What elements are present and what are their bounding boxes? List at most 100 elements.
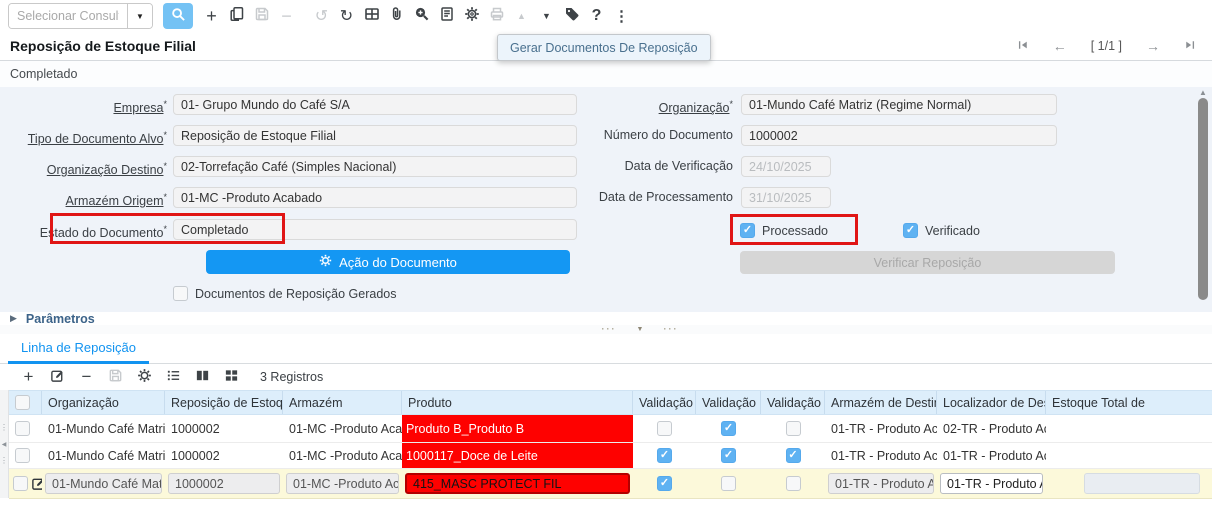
splitter-collapse-icon: ◀ bbox=[2, 441, 7, 448]
processed-checkbox-group[interactable]: Processado bbox=[740, 223, 828, 238]
select-all-header[interactable] bbox=[9, 391, 42, 414]
grid-view-button[interactable] bbox=[217, 365, 246, 389]
table-row[interactable]: 01-Mundo Café Matriz (... 1000002 01-MC … bbox=[9, 443, 1212, 469]
cell-produto-error: 1000117_Doce de Leite bbox=[402, 443, 633, 468]
more-button[interactable]: ⋮ bbox=[609, 3, 634, 29]
help-button[interactable]: ? bbox=[584, 3, 609, 29]
col-localizador-destino[interactable]: Localizador de Destino bbox=[937, 391, 1046, 414]
row-quickentry-button[interactable] bbox=[159, 365, 188, 389]
input-reposicao[interactable]: 1000002 bbox=[168, 473, 280, 494]
query-dropdown-button[interactable]: ▼ bbox=[127, 4, 152, 28]
scrollbar-thumb[interactable] bbox=[1198, 98, 1208, 300]
field-label-tipo-documento-alvo[interactable]: Tipo de Documento Alvo* bbox=[0, 125, 167, 146]
col-validacao-2[interactable]: Validação 2 bbox=[696, 391, 761, 414]
row-select-checkbox[interactable] bbox=[15, 421, 30, 436]
field-empresa[interactable]: 01- Grupo Mundo do Café S/A bbox=[173, 94, 577, 115]
col-validacao-1[interactable]: Validação 1 bbox=[633, 391, 696, 414]
input-armazem-destino[interactable]: 01-TR - Produto Acabado bbox=[828, 473, 934, 494]
row-new-button[interactable]: + bbox=[14, 365, 43, 389]
next-record-button[interactable]: → bbox=[1146, 38, 1160, 54]
columns-icon bbox=[195, 368, 210, 387]
field-numero-documento[interactable]: 1000002 bbox=[741, 125, 1057, 146]
row-edit-button[interactable] bbox=[43, 365, 72, 389]
col-reposicao[interactable]: Reposição de Estoque Fili... bbox=[165, 391, 283, 414]
edit-row-icon[interactable] bbox=[31, 476, 42, 491]
validacao-2-checkbox[interactable] bbox=[721, 421, 736, 436]
validacao-2-checkbox[interactable] bbox=[721, 476, 736, 491]
search-button[interactable] bbox=[163, 3, 193, 29]
undo-icon: ↺ bbox=[315, 6, 328, 26]
validacao-3-checkbox[interactable] bbox=[786, 476, 801, 491]
doc-action-button[interactable]: Ação do Documento bbox=[206, 250, 570, 274]
generated-docs-label: Documentos de Reposição Gerados bbox=[195, 287, 397, 301]
field-tipo-documento-alvo[interactable]: Reposição de Estoque Filial bbox=[173, 125, 577, 146]
col-armazem[interactable]: Armazém bbox=[283, 391, 402, 414]
generated-docs-checkbox[interactable] bbox=[173, 286, 188, 301]
cell-estoque-total bbox=[1046, 443, 1212, 468]
processed-checkbox[interactable] bbox=[740, 223, 755, 238]
table-row-editing[interactable]: 01-Mundo Café Matriz (R 1000002 01-MC -P… bbox=[9, 469, 1212, 499]
previous-record-button[interactable]: ← bbox=[1053, 38, 1067, 54]
label-button[interactable] bbox=[559, 3, 584, 29]
grid-toggle-button[interactable] bbox=[359, 3, 384, 29]
report-button[interactable] bbox=[434, 3, 459, 29]
field-organizacao-destino[interactable]: 02-Torrefação Café (Simples Nacional) bbox=[173, 156, 577, 177]
verified-checkbox[interactable] bbox=[903, 223, 918, 238]
row-delete-button[interactable]: − bbox=[72, 365, 101, 389]
processed-label: Processado bbox=[762, 224, 828, 238]
input-organizacao[interactable]: 01-Mundo Café Matriz (R bbox=[45, 473, 162, 494]
search-icon bbox=[171, 7, 186, 26]
record-count: 3 Registros bbox=[260, 370, 323, 384]
new-record-button[interactable]: + bbox=[199, 3, 224, 29]
field-label-organizacao[interactable]: Organização* bbox=[560, 94, 733, 115]
field-armazem-origem[interactable]: 01-MC -Produto Acabado bbox=[173, 187, 577, 208]
verified-checkbox-group[interactable]: Verificado bbox=[903, 223, 980, 238]
validacao-1-checkbox[interactable] bbox=[657, 476, 672, 491]
last-record-button[interactable] bbox=[1184, 39, 1196, 54]
cell-organizacao: 01-Mundo Café Matriz (... bbox=[42, 443, 165, 468]
row-select-checkbox[interactable] bbox=[15, 448, 30, 463]
validacao-1-checkbox[interactable] bbox=[657, 448, 672, 463]
tab-linha-de-reposicao[interactable]: Linha de Reposição bbox=[8, 334, 149, 364]
field-label-armazem-origem[interactable]: Armazém Origem* bbox=[0, 187, 167, 208]
field-estado-documento[interactable]: Completado bbox=[173, 219, 577, 240]
first-record-button[interactable] bbox=[1017, 39, 1029, 54]
validacao-2-checkbox[interactable] bbox=[721, 448, 736, 463]
select-all-checkbox[interactable] bbox=[15, 395, 30, 410]
side-panel-splitter[interactable]: ⋮ ◀ ⋮ bbox=[0, 390, 9, 498]
row-process-button[interactable] bbox=[130, 365, 159, 389]
col-estoque-total[interactable]: Estoque Total de bbox=[1046, 391, 1212, 414]
input-estoque-total[interactable] bbox=[1084, 473, 1200, 494]
table-row[interactable]: 01-Mundo Café Matriz (... 1000002 01-MC … bbox=[9, 415, 1212, 443]
zoom-across-button[interactable] bbox=[409, 3, 434, 29]
validacao-3-checkbox[interactable] bbox=[786, 448, 801, 463]
field-organizacao[interactable]: 01-Mundo Café Matriz (Regime Normal) bbox=[741, 94, 1057, 115]
pager-label: [ 1/1 ] bbox=[1091, 39, 1122, 53]
process-button[interactable] bbox=[459, 3, 484, 29]
expand-button[interactable]: ▼ bbox=[534, 3, 559, 29]
validacao-3-checkbox[interactable] bbox=[786, 421, 801, 436]
field-label-organizacao-destino[interactable]: Organização Destino* bbox=[0, 156, 167, 177]
toggle-panel-button[interactable] bbox=[188, 365, 217, 389]
table-header: Organização Reposição de Estoque Fili...… bbox=[9, 390, 1212, 415]
field-label-data-processamento: Data de Processamento bbox=[560, 187, 733, 208]
attachment-button[interactable] bbox=[384, 3, 409, 29]
input-localizador-destino[interactable]: 01-TR - Produto Acaba bbox=[940, 473, 1043, 494]
input-armazem[interactable]: 01-MC -Produto Acabado bbox=[286, 473, 399, 494]
col-armazem-destino[interactable]: Armazém de Destino bbox=[825, 391, 937, 414]
field-label-empresa[interactable]: Empresa* bbox=[0, 94, 167, 115]
input-produto-error[interactable]: 415_MASC PROTECT FIL bbox=[405, 473, 630, 494]
scroll-up-icon[interactable]: ▲ bbox=[1197, 88, 1209, 97]
splitter-dots-icon: ··· bbox=[663, 325, 678, 334]
col-organizacao[interactable]: Organização bbox=[42, 391, 165, 414]
validacao-1-checkbox[interactable] bbox=[657, 421, 672, 436]
copy-record-button[interactable] bbox=[224, 3, 249, 29]
form-scrollbar[interactable]: ▲ ▼ bbox=[1197, 88, 1209, 320]
refresh-button[interactable]: ↻ bbox=[334, 3, 359, 29]
generated-docs-checkbox-group[interactable]: Documentos de Reposição Gerados bbox=[173, 286, 397, 301]
col-produto[interactable]: Produto bbox=[402, 391, 633, 414]
query-input[interactable] bbox=[9, 4, 127, 28]
row-select-checkbox[interactable] bbox=[13, 476, 28, 491]
status-text: Completado bbox=[10, 67, 77, 81]
col-validacao-3[interactable]: Validação 3 bbox=[761, 391, 825, 414]
